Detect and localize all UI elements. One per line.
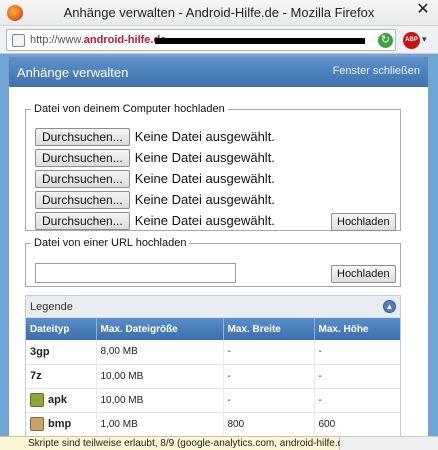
- url-upload-legend: Datei von einer URL hochladen: [34, 237, 187, 249]
- max-height: -: [314, 364, 400, 389]
- file-status: Keine Datei ausgewählt.: [134, 129, 275, 144]
- file-status: Keine Datei ausgewählt.: [134, 150, 275, 165]
- upload-computer-button[interactable]: Hochladen: [331, 213, 396, 231]
- dialog-title: Anhänge verwalten: [17, 65, 129, 80]
- computer-upload-fieldset: Datei von deinem Computer hochladen Durc…: [25, 103, 401, 231]
- file-type: 7z: [26, 364, 97, 389]
- max-size: 1,00 MB: [96, 412, 224, 437]
- file-type: bmp: [48, 417, 72, 430]
- max-size: 8,00 MB: [96, 340, 224, 365]
- file-row: Durchsuchen... Keine Datei ausgewählt.: [35, 212, 275, 230]
- file-status: Keine Datei ausgewählt.: [134, 192, 275, 207]
- max-height: -: [314, 340, 400, 365]
- browse-button[interactable]: Durchsuchen...: [35, 212, 130, 230]
- url-redaction: [155, 38, 365, 44]
- browse-button[interactable]: Durchsuchen...: [35, 149, 130, 167]
- file-status: Keine Datei ausgewählt.: [134, 171, 275, 186]
- legend-title: Legende: [30, 301, 73, 313]
- browse-button[interactable]: Durchsuchen...: [35, 191, 130, 209]
- statusbar-right: [340, 436, 438, 450]
- browse-button[interactable]: Durchsuchen...: [35, 170, 130, 188]
- legend-header: Legende ▲: [26, 296, 400, 318]
- column-header-width: Max. Breite: [223, 318, 315, 340]
- site-identity-icon[interactable]: [12, 34, 25, 47]
- max-width: -: [223, 364, 315, 389]
- android-apk-icon: [30, 393, 44, 407]
- max-size: 10,00 MB: [96, 364, 224, 389]
- max-height: -: [314, 388, 400, 413]
- file-row: Durchsuchen... Keine Datei ausgewählt.: [35, 128, 275, 146]
- file-status: Keine Datei ausgewählt.: [134, 213, 275, 228]
- address-bar[interactable]: http://www.android-hilfe.de ↻: [6, 29, 396, 51]
- file-row: Durchsuchen... Keine Datei ausgewählt.: [35, 191, 275, 209]
- url-prefix: http://www.: [30, 34, 84, 46]
- url-text: http://www.android-hilfe.de: [30, 34, 166, 46]
- max-size: 10,00 MB: [96, 388, 224, 413]
- upload-url-input[interactable]: [35, 263, 236, 283]
- browse-button[interactable]: Durchsuchen...: [35, 128, 130, 146]
- adblock-plus-icon[interactable]: ABP: [403, 32, 420, 49]
- navigation-toolbar: http://www.android-hilfe.de ↻ ABP ▾: [0, 26, 438, 54]
- chevron-down-icon[interactable]: ▾: [422, 34, 427, 45]
- firefox-logo-icon: [7, 5, 23, 21]
- url-domain: android-hilfe.de: [83, 34, 167, 46]
- max-height: 600: [314, 412, 400, 437]
- collapse-icon[interactable]: ▲: [383, 300, 396, 313]
- upload-url-button[interactable]: Hochladen: [331, 265, 396, 283]
- table-row: 3gp 8,00 MB - -: [26, 340, 400, 365]
- file-type-cell: bmp: [26, 412, 97, 437]
- max-width: 800: [223, 412, 315, 437]
- file-types-table: Dateityp Max. Dateigröße Max. Breite Max…: [26, 318, 400, 437]
- window-close-button[interactable]: ✕: [410, 0, 436, 20]
- computer-upload-legend: Datei von deinem Computer hochladen: [34, 103, 225, 115]
- noscript-statusbar[interactable]: Skripte sind teilweise erlaubt, 8/9 (goo…: [0, 436, 352, 450]
- file-type-cell: apk: [26, 388, 97, 413]
- column-header-size: Max. Dateigröße: [96, 318, 224, 340]
- url-upload-fieldset: Datei von einer URL hochladen Hochladen: [25, 237, 401, 287]
- table-header-row: Dateityp Max. Dateigröße Max. Breite Max…: [26, 318, 400, 340]
- file-type: 3gp: [26, 340, 97, 365]
- status-text: Skripte sind teilweise erlaubt, 8/9 (goo…: [28, 438, 352, 449]
- column-header-type: Dateityp: [26, 318, 97, 340]
- image-bmp-icon: [30, 417, 44, 431]
- table-row: apk 10,00 MB - -: [26, 388, 400, 413]
- reload-icon[interactable]: ↻: [378, 33, 393, 48]
- table-row: bmp 1,00 MB 800 600: [26, 412, 400, 437]
- close-window-link[interactable]: Fenster schließen: [333, 65, 420, 77]
- file-row: Durchsuchen... Keine Datei ausgewählt.: [35, 149, 275, 167]
- max-width: -: [223, 388, 315, 413]
- dialog-header: Anhänge verwalten Fenster schließen: [9, 57, 428, 87]
- window-titlebar: Anhänge verwalten - Android-Hilfe.de - M…: [0, 0, 438, 26]
- file-row: Durchsuchen... Keine Datei ausgewählt.: [35, 170, 275, 188]
- column-header-height: Max. Höhe: [314, 318, 400, 340]
- page-scrollbar[interactable]: [430, 56, 438, 436]
- file-type: apk: [48, 393, 67, 406]
- table-row: 7z 10,00 MB - -: [26, 364, 400, 389]
- max-width: -: [223, 340, 315, 365]
- window-title: Anhänge verwalten - Android-Hilfe.de - M…: [63, 5, 375, 20]
- attachments-dialog: Anhänge verwalten Fenster schließen Date…: [8, 56, 429, 450]
- file-type-legend: Legende ▲ Dateityp Max. Dateigröße Max. …: [25, 295, 401, 449]
